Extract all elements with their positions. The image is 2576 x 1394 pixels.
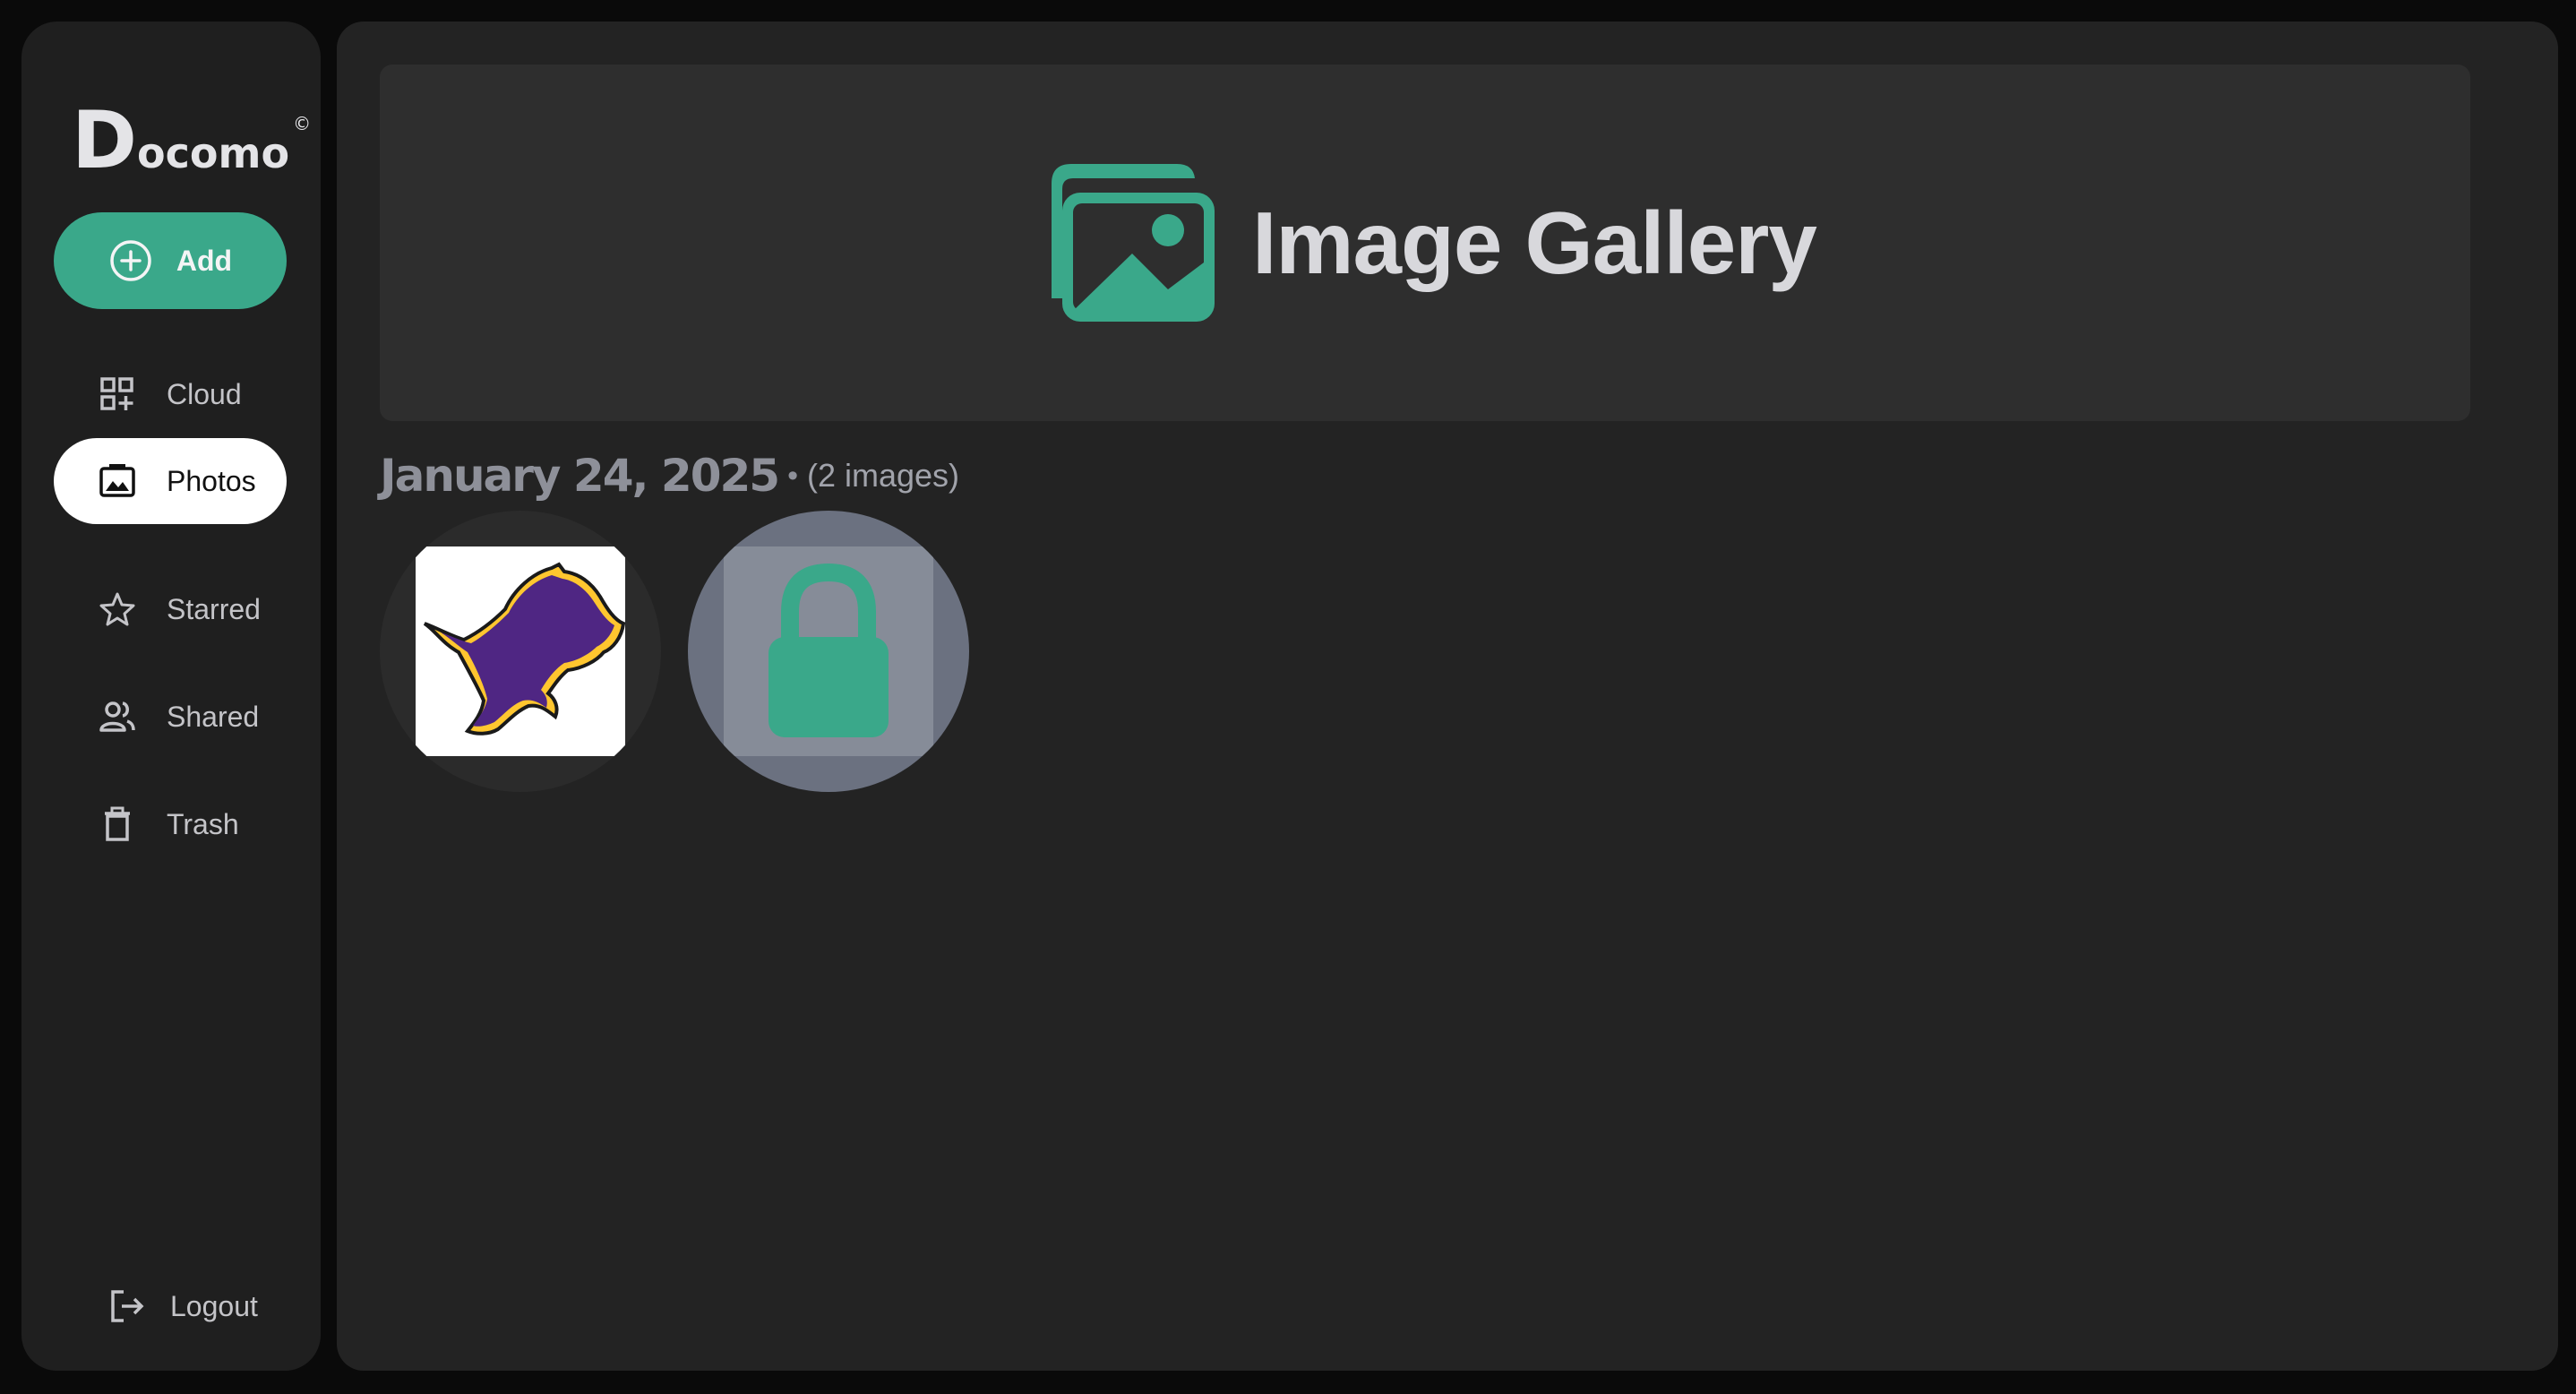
sidebar-item-label: Trash <box>167 807 239 840</box>
people-icon <box>99 701 135 732</box>
lion-logo-image <box>416 546 625 756</box>
image-thumbnail[interactable] <box>380 511 661 792</box>
logo-rest: ocomo <box>137 129 290 177</box>
logo-initial: D <box>72 94 137 186</box>
sidebar-item-label: Cloud <box>167 377 242 410</box>
photo-icon <box>99 464 135 497</box>
page-title: Image Gallery <box>1252 193 1817 292</box>
plus-circle-icon <box>110 240 151 281</box>
lock-icon <box>769 563 889 737</box>
sidebar-item-label: Shared <box>167 700 260 733</box>
sidebar-item-shared[interactable]: Shared <box>54 674 287 760</box>
image-gallery-icon <box>1052 164 1215 322</box>
group-date: January 24, 2025 <box>380 450 780 502</box>
star-icon <box>99 592 135 626</box>
trash-icon <box>105 806 130 841</box>
group-count: (2 images) <box>806 457 960 494</box>
sidebar-item-label: Starred <box>167 592 261 625</box>
date-group-header: January 24, 2025 • (2 images) <box>380 426 959 525</box>
locked-image-thumbnail[interactable] <box>688 511 969 792</box>
sidebar-item-label: Photos <box>167 464 256 497</box>
logout-label: Logout <box>170 1289 258 1322</box>
copyright-mark: © <box>293 113 312 134</box>
sidebar: D ocomo © Add Cloud Photos Starred Share… <box>21 22 321 1371</box>
sidebar-item-photos[interactable]: Photos <box>54 438 287 524</box>
sidebar-item-starred[interactable]: Starred <box>54 566 287 652</box>
main-content: Image Gallery January 24, 2025 • (2 imag… <box>337 22 2558 1371</box>
add-button-label: Add <box>176 244 233 277</box>
sidebar-item-trash[interactable]: Trash <box>54 781 287 867</box>
gallery-banner: Image Gallery <box>380 65 2470 421</box>
app-logo[interactable]: D ocomo © <box>72 79 312 186</box>
add-button[interactable]: Add <box>54 212 287 309</box>
sidebar-item-cloud[interactable]: Cloud <box>54 351 287 437</box>
grid-plus-icon <box>100 377 133 410</box>
logout-button[interactable]: Logout <box>107 1263 258 1349</box>
group-separator: • <box>787 458 798 493</box>
logout-icon <box>111 1290 144 1322</box>
